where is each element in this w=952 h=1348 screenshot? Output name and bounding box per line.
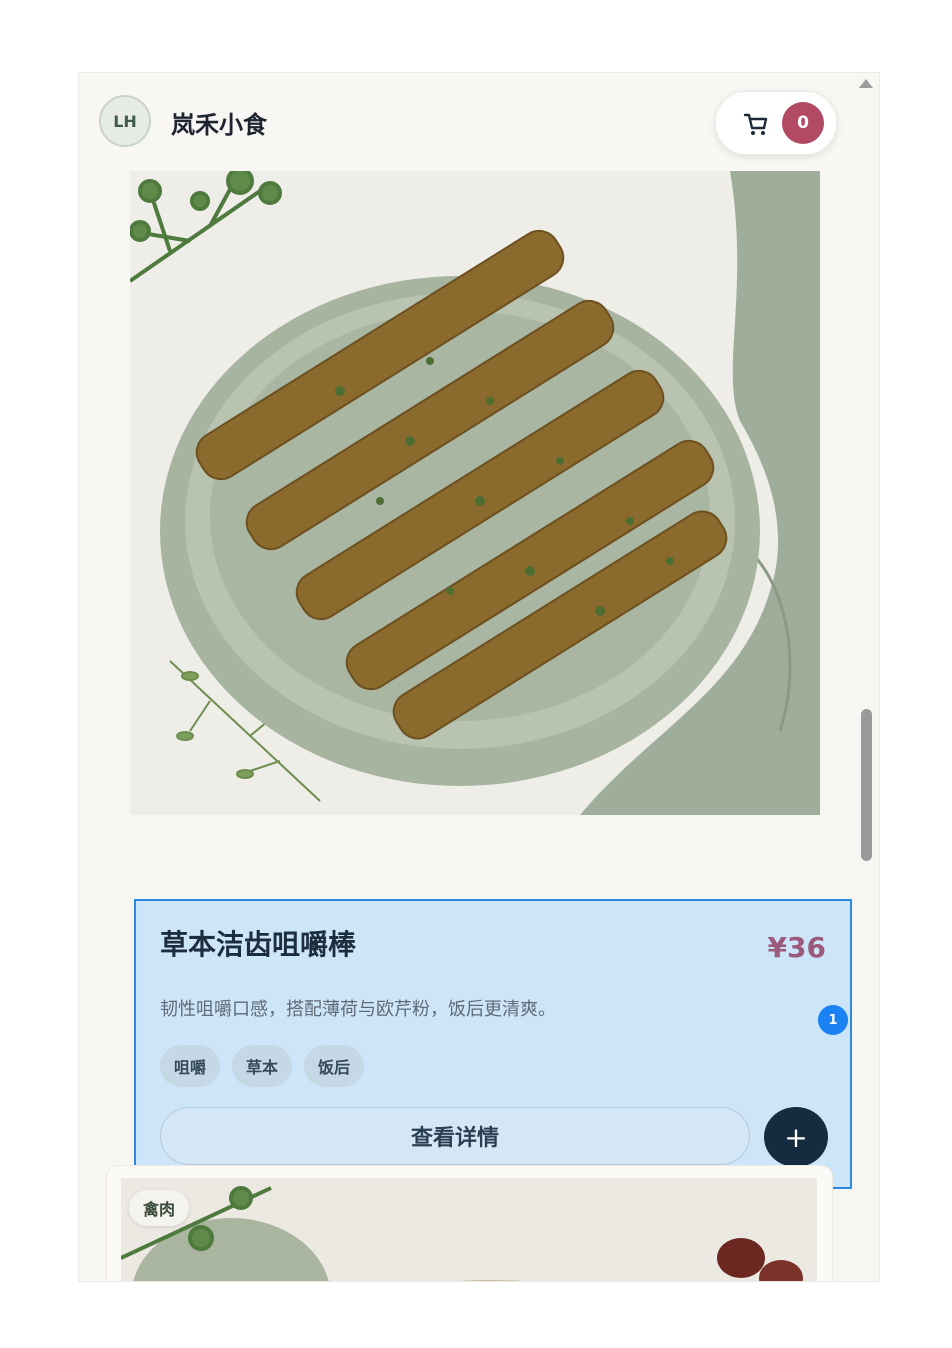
app-header: LH 岚禾小食 0 (79, 73, 857, 171)
view-details-button[interactable]: 查看详情 (160, 1107, 750, 1165)
scrollbar-thumb[interactable] (861, 709, 872, 861)
tag-chip[interactable]: 饭后 (304, 1045, 365, 1087)
cart-button[interactable]: 0 (715, 91, 837, 155)
product-photo[interactable] (121, 1178, 817, 1281)
product-card: 禽肉 (106, 1165, 833, 1281)
product-description: 韧性咀嚼口感，搭配薄荷与欧芹粉，饭后更清爽。 (160, 999, 556, 1020)
notification-badge[interactable]: 1 (818, 1005, 848, 1035)
avatar[interactable]: LH (99, 95, 151, 147)
product-price: ¥36 (767, 931, 826, 964)
product-card: 草本洁齿咀嚼棒 ¥36 韧性咀嚼口感，搭配薄荷与欧芹粉，饭后更清爽。 1 咀嚼 … (106, 133, 852, 1189)
scroll-up-arrow-icon[interactable] (859, 79, 873, 88)
brand-name: 岚禾小食 (171, 111, 267, 139)
product-photo[interactable] (130, 171, 820, 815)
cart-count-badge: 0 (782, 102, 824, 144)
tag-chip[interactable]: 咀嚼 (160, 1045, 221, 1087)
product-info-panel[interactable]: 草本洁齿咀嚼棒 ¥36 韧性咀嚼口感，搭配薄荷与欧芹粉，饭后更清爽。 1 咀嚼 … (134, 899, 852, 1189)
tag-chip[interactable]: 草本 (232, 1045, 293, 1087)
tag-list: 咀嚼 草本 饭后 (160, 1045, 365, 1087)
add-to-cart-button[interactable]: + (764, 1107, 828, 1167)
app-viewport: 草本洁齿咀嚼棒 ¥36 韧性咀嚼口感，搭配薄荷与欧芹粉，饭后更清爽。 1 咀嚼 … (78, 72, 880, 1282)
category-chip: 禽肉 (129, 1190, 190, 1226)
cart-icon (743, 113, 768, 135)
product-title: 草本洁齿咀嚼棒 (160, 928, 357, 961)
plus-icon: + (784, 1120, 808, 1154)
